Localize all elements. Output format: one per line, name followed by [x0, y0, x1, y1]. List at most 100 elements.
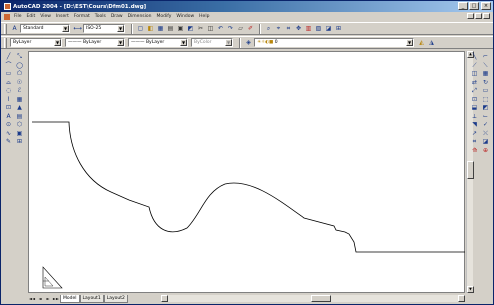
match-prop-icon[interactable]: ✐: [246, 24, 255, 33]
copy-icon[interactable]: ◫: [206, 24, 215, 33]
perpendicular-snap-icon[interactable]: ⟂: [469, 113, 480, 121]
save-icon[interactable]: ▦: [156, 24, 165, 33]
layer-control-select[interactable]: ☀☼◐■ 0 ▼: [254, 38, 414, 47]
circle-tool-icon[interactable]: ◯: [14, 62, 25, 70]
block-tool-icon[interactable]: ⊡: [3, 104, 14, 112]
first-tab-button[interactable]: ◄◄: [28, 295, 36, 303]
menu-view[interactable]: View: [40, 14, 51, 19]
menu-window[interactable]: Window: [176, 14, 194, 19]
redo-icon[interactable]: ↷: [226, 24, 235, 33]
paste-icon[interactable]: ▱: [236, 24, 245, 33]
move-tool-icon[interactable]: ▦: [480, 70, 491, 78]
stretch-tool-icon[interactable]: ⇄: [469, 79, 480, 87]
menu-help[interactable]: Help: [199, 14, 209, 19]
menu-file[interactable]: File: [14, 14, 22, 19]
erase-tool-icon[interactable]: ╲: [469, 53, 480, 61]
layer-select[interactable]: ByLayer ▼: [10, 38, 62, 47]
design-center-icon[interactable]: ▧: [314, 24, 323, 33]
open-icon[interactable]: ◧: [146, 24, 155, 33]
table-tool-icon[interactable]: ▤: [14, 113, 25, 121]
wipeout-tool-icon[interactable]: ∿: [3, 130, 14, 138]
scroll-right-arrow-icon[interactable]: [458, 295, 465, 302]
chevron-down-icon[interactable]: ▼: [180, 39, 187, 46]
point-tool-icon[interactable]: ⊙: [3, 121, 14, 129]
rectangle-tool-icon[interactable]: ▭: [3, 70, 14, 78]
menu-dimension[interactable]: Dimension: [128, 14, 152, 19]
preview-icon[interactable]: ▣: [176, 24, 185, 33]
intersection-snap-icon[interactable]: ⤬: [480, 130, 491, 138]
help-icon[interactable]: ⊞: [334, 24, 343, 33]
copy-tool-icon[interactable]: ⌐: [480, 53, 491, 61]
chevron-down-icon[interactable]: ▼: [225, 39, 232, 46]
toolbar-grip[interactable]: [4, 37, 7, 48]
polygon-tool-icon[interactable]: ⬠: [14, 70, 25, 78]
minimize-button[interactable]: _: [458, 2, 468, 10]
offset-tool-icon[interactable]: ⟍: [480, 62, 491, 70]
layer-manager-icon[interactable]: ◈: [244, 38, 253, 47]
undo-icon[interactable]: ↶: [216, 24, 225, 33]
chamfer-tool-icon[interactable]: ⬓: [469, 104, 480, 112]
spline-tool-icon[interactable]: ⌇: [3, 96, 14, 104]
tab-layout2[interactable]: Layout2: [103, 294, 128, 303]
close-button[interactable]: ×: [481, 2, 491, 10]
zoom-realtime-icon[interactable]: ⌖: [274, 24, 283, 33]
properties-icon[interactable]: ▥: [304, 24, 313, 33]
grid-tool-icon[interactable]: ⊞: [14, 138, 25, 146]
zoom-previous-icon[interactable]: ✥: [294, 24, 303, 33]
trim-tool-icon[interactable]: ▭: [480, 87, 491, 95]
next-tab-button[interactable]: ►: [44, 295, 52, 303]
scroll-left-arrow-icon[interactable]: [161, 295, 168, 302]
midpoint-snap-icon[interactable]: ◥: [469, 121, 480, 129]
chevron-down-icon[interactable]: ▼: [54, 39, 61, 46]
chevron-down-icon[interactable]: ▼: [406, 39, 413, 46]
menu-edit[interactable]: Edit: [27, 14, 36, 19]
scale-tool-icon[interactable]: ⤢: [469, 87, 480, 95]
grid-snap-icon[interactable]: ⌗: [469, 138, 480, 146]
document-icon[interactable]: [4, 13, 10, 20]
tab-model[interactable]: Model: [60, 294, 80, 303]
pan-icon[interactable]: ⌕: [264, 24, 273, 33]
toolbar-grip[interactable]: [4, 23, 7, 34]
text-tool-icon[interactable]: A: [3, 113, 14, 121]
doc-close-button[interactable]: [483, 13, 490, 19]
lineweight-select[interactable]: ——— ByLayer ▼: [128, 38, 188, 47]
chevron-down-icon[interactable]: ▼: [62, 25, 69, 32]
doc-restore-button[interactable]: [475, 13, 482, 19]
cut-icon[interactable]: ✂: [196, 24, 205, 33]
line-tool-icon[interactable]: ╱: [3, 53, 14, 61]
insert-block-icon[interactable]: ▣: [14, 130, 25, 138]
ellipse-tool-icon[interactable]: ℰ: [14, 87, 25, 95]
horizontal-scroll-thumb[interactable]: [311, 295, 331, 302]
hatch-tool-icon[interactable]: ▦: [14, 96, 25, 104]
tool-palettes-icon[interactable]: ◪: [324, 24, 333, 33]
horizontal-scrollbar[interactable]: [161, 295, 465, 302]
explode-tool-icon[interactable]: ↗: [469, 130, 480, 138]
text-style-select[interactable]: Standard ▼: [20, 24, 70, 33]
drawing-canvas[interactable]: [28, 51, 465, 293]
dim-style-select[interactable]: ISO-25 ▼: [83, 24, 125, 33]
chevron-down-icon[interactable]: ▼: [117, 25, 124, 32]
print-icon[interactable]: ▤: [166, 24, 175, 33]
maximize-button[interactable]: □: [469, 2, 479, 10]
menu-format[interactable]: Format: [74, 14, 90, 19]
boundary-tool-icon[interactable]: ⬡: [14, 121, 25, 129]
menu-draw[interactable]: Draw: [111, 14, 123, 19]
osnap-settings-icon[interactable]: ✓: [480, 121, 491, 129]
doc-minimize-button[interactable]: [467, 13, 474, 19]
linetype-select[interactable]: ——— ByLayer ▼: [65, 38, 125, 47]
construction-line-icon[interactable]: ⤡: [14, 53, 25, 61]
revcloud-tool-icon[interactable]: ◌: [3, 87, 14, 95]
tangent-snap-icon[interactable]: ⟰: [469, 147, 480, 155]
extend-tool-icon[interactable]: ⊡: [469, 96, 480, 104]
node-snap-icon[interactable]: ◪: [480, 138, 491, 146]
last-tab-button[interactable]: ►►: [52, 295, 60, 303]
scroll-down-arrow-icon[interactable]: ▼: [467, 286, 474, 293]
menu-modify[interactable]: Modify: [157, 14, 172, 19]
publish-icon[interactable]: ◩: [186, 24, 195, 33]
new-icon[interactable]: ▢: [136, 24, 145, 33]
title-bar[interactable]: AutoCAD 2004 - [D:\EST\Cours\Dfm01.dwg] …: [1, 1, 493, 12]
menu-tools[interactable]: Tools: [95, 14, 106, 19]
text-style-icon[interactable]: A: [10, 24, 19, 33]
mirror-tool-icon[interactable]: ⟋: [469, 62, 480, 70]
tab-layout1[interactable]: Layout1: [79, 294, 104, 303]
